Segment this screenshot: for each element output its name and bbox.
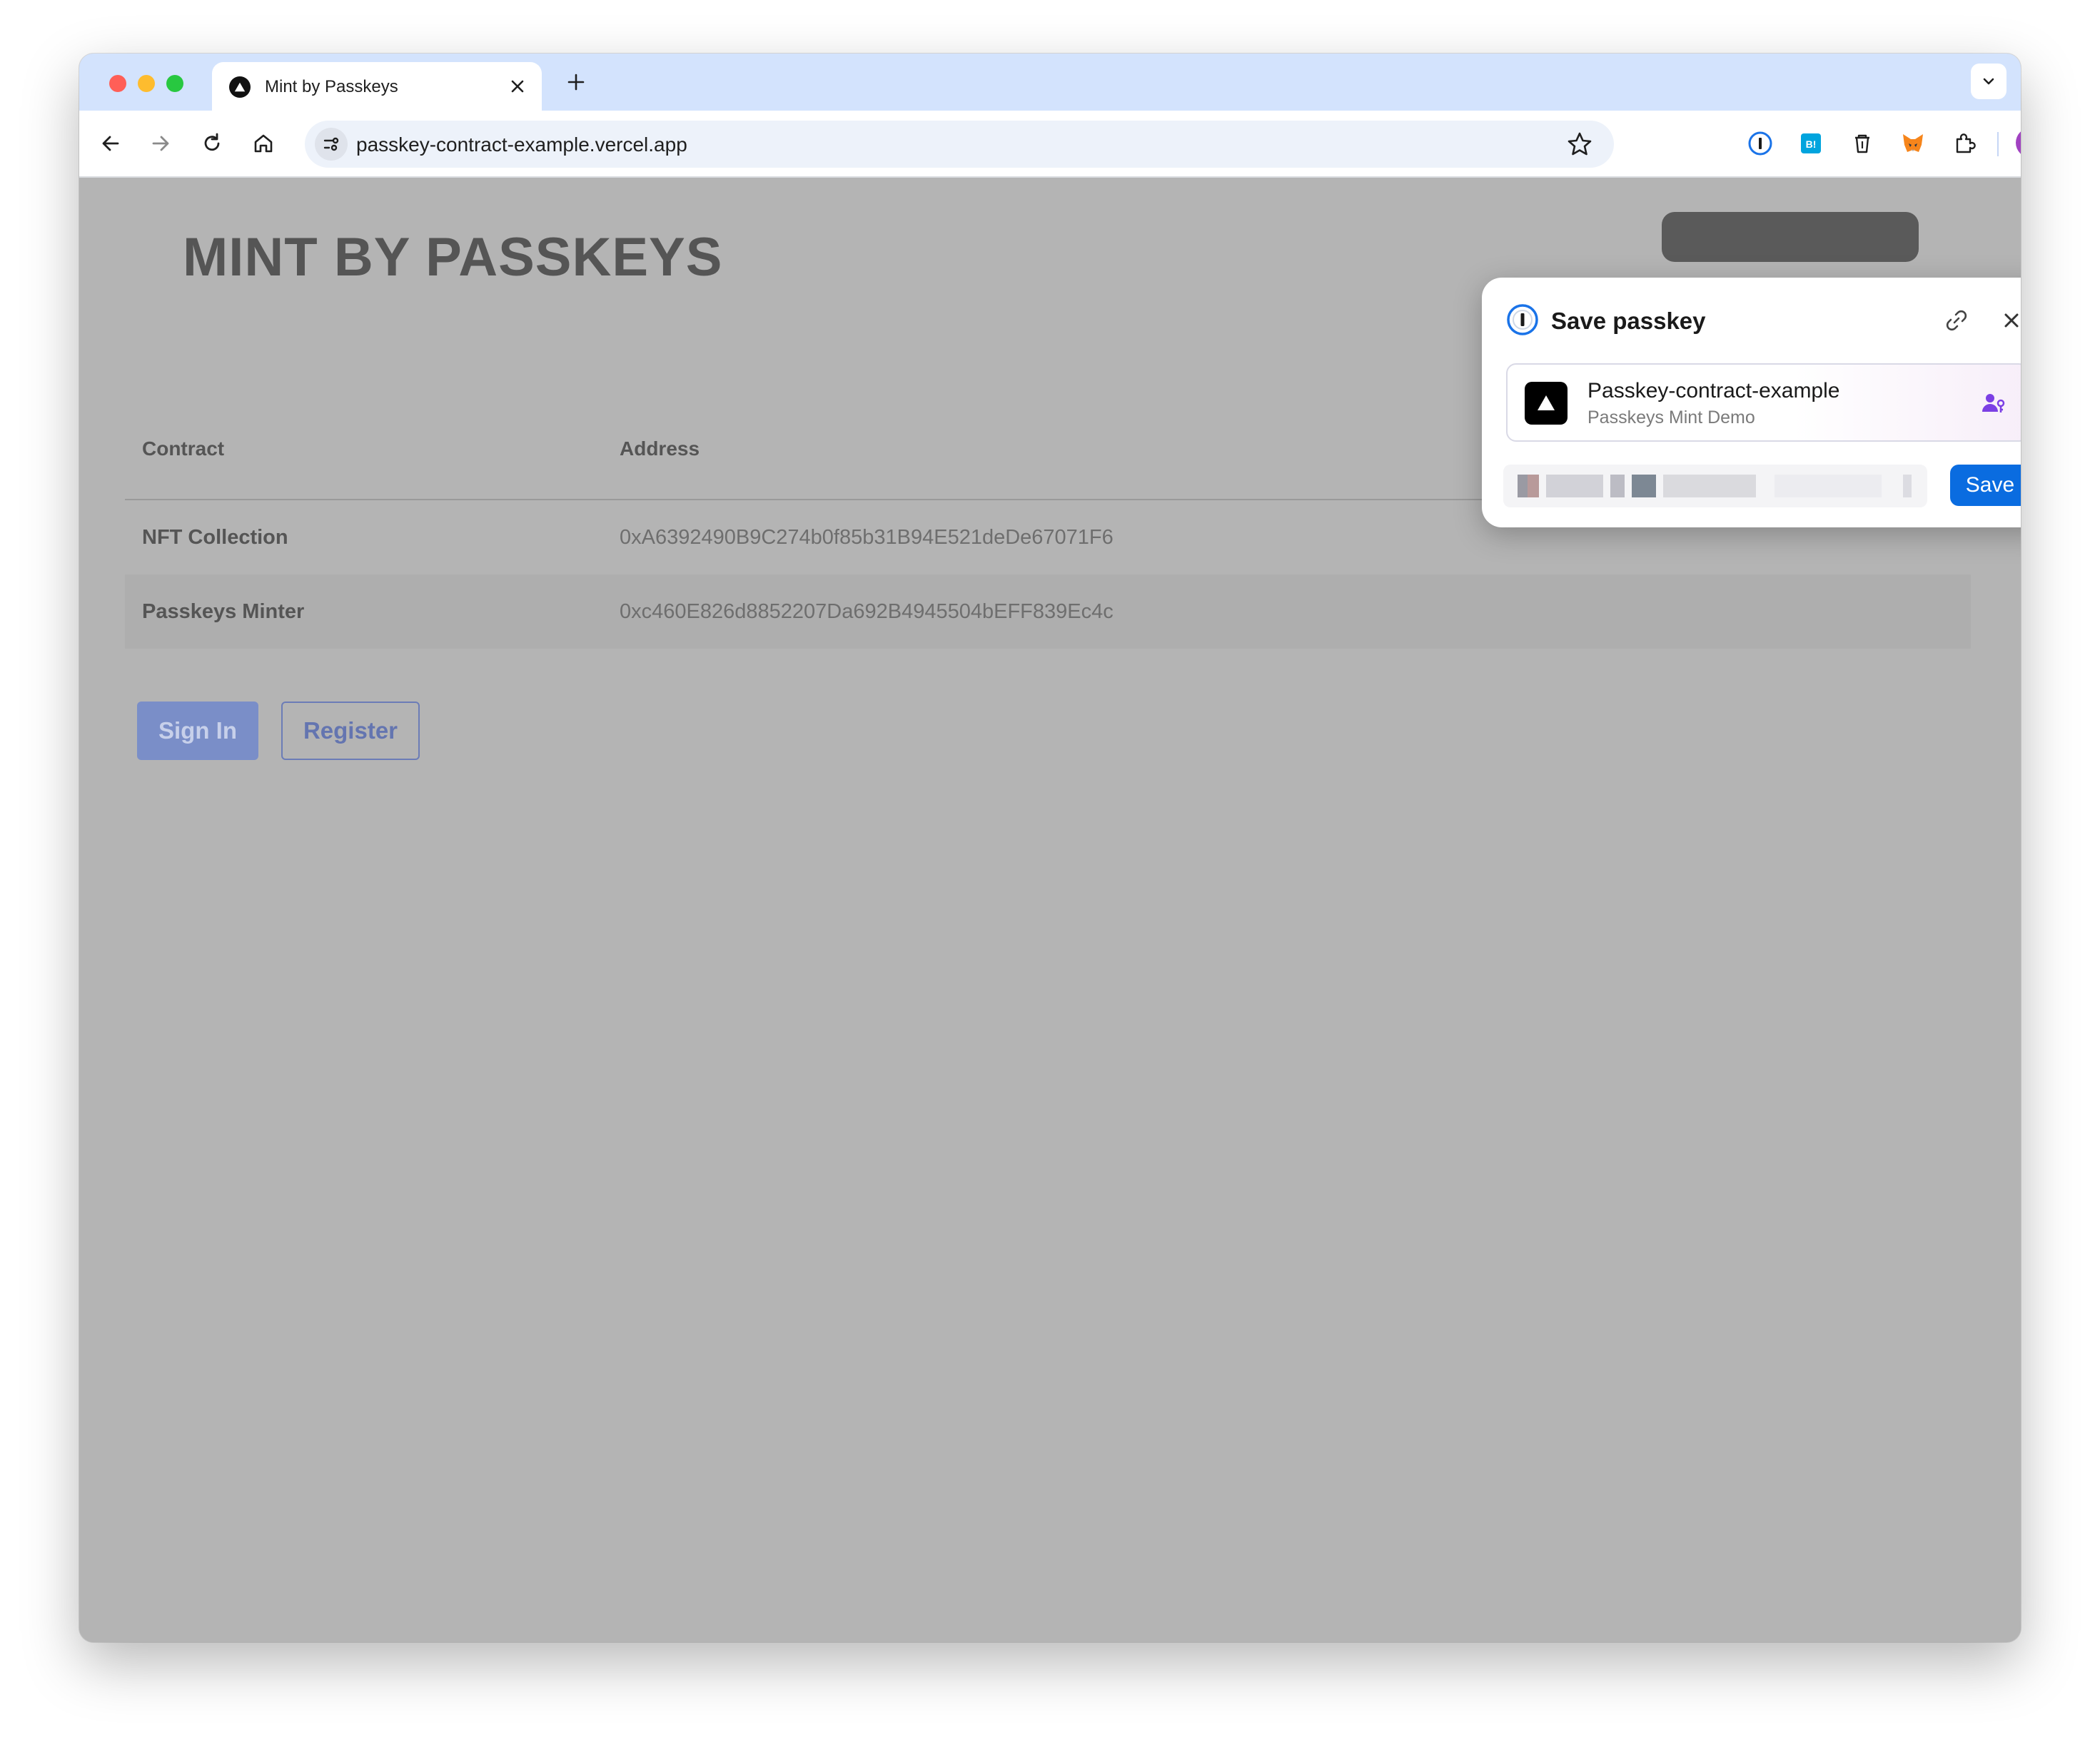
vercel-logo-icon — [1525, 382, 1568, 425]
toolbar-divider — [1997, 132, 1999, 156]
link-icon[interactable] — [1942, 306, 1971, 335]
redacted-username-field[interactable] — [1503, 465, 1927, 507]
save-button[interactable]: Save — [1950, 465, 2021, 506]
address-bar[interactable]: passkey-contract-example.vercel.app — [305, 121, 1614, 168]
tab-close-icon[interactable] — [506, 75, 529, 98]
browser-toolbar: passkey-contract-example.vercel.app B! T — [79, 111, 2021, 178]
svg-text:B!: B! — [1806, 138, 1817, 150]
reload-icon[interactable] — [196, 128, 228, 159]
popup-title: Save passkey — [1551, 308, 1706, 334]
browser-window: Mint by Passkeys passkey-contract-exampl… — [79, 54, 2021, 1642]
profile-avatar[interactable]: T — [2016, 128, 2021, 158]
bookmark-star-icon[interactable] — [1565, 130, 1594, 158]
contract-address: 0xA6392490B9C274b0f85b31B94E521deDe67071… — [620, 526, 1114, 549]
tab-title: Mint by Passkeys — [265, 77, 398, 96]
passkey-item-subtitle: Passkeys Mint Demo — [1587, 407, 1755, 427]
home-icon[interactable] — [248, 128, 279, 159]
page-title: MINT BY PASSKEYS — [183, 227, 723, 288]
tab-strip: Mint by Passkeys — [79, 54, 2021, 111]
back-arrow-icon[interactable] — [95, 128, 126, 159]
save-passkey-popup: Save passkey Passkey-contract-example Pa… — [1482, 278, 2021, 527]
tab-mint-by-passkeys[interactable]: Mint by Passkeys — [212, 62, 542, 111]
extensions-puzzle-icon[interactable] — [1947, 126, 1982, 161]
connect-button-behind-popup[interactable] — [1662, 212, 1919, 262]
contract-name: Passkeys Minter — [142, 600, 305, 623]
contract-address: 0xc460E826d8852207Da692B4945504bEFF839Ec… — [620, 600, 1114, 623]
url-text: passkey-contract-example.vercel.app — [356, 133, 687, 156]
register-button[interactable]: Register — [281, 702, 420, 760]
trash-extension-icon[interactable] — [1845, 126, 1879, 161]
contract-name: NFT Collection — [142, 526, 288, 549]
tab-search-chevron-icon[interactable] — [1971, 64, 2006, 99]
header-contract: Contract — [142, 437, 225, 460]
hatena-bookmark-extension-icon[interactable]: B! — [1794, 126, 1828, 161]
table-row: Passkeys Minter 0xc460E826d8852207Da692B… — [125, 574, 1971, 649]
sign-in-button[interactable]: Sign In — [137, 702, 258, 760]
maximize-window-button[interactable] — [166, 75, 183, 92]
site-settings-icon[interactable] — [315, 128, 348, 161]
metamask-fox-icon[interactable] — [1896, 126, 1930, 161]
close-icon[interactable] — [1997, 306, 2021, 335]
passkey-item-card[interactable]: Passkey-contract-example Passkeys Mint D… — [1506, 363, 2021, 442]
vercel-favicon-icon — [229, 76, 251, 98]
forward-arrow-icon[interactable] — [145, 128, 176, 159]
header-address: Address — [620, 437, 700, 460]
minimize-window-button[interactable] — [138, 75, 155, 92]
user-key-icon — [1979, 389, 2007, 417]
close-window-button[interactable] — [109, 75, 126, 92]
new-tab-plus-icon[interactable] — [562, 68, 590, 96]
1password-extension-icon[interactable] — [1743, 126, 1777, 161]
1password-logo-icon — [1506, 303, 1539, 336]
passkey-item-title: Passkey-contract-example — [1587, 379, 1840, 402]
